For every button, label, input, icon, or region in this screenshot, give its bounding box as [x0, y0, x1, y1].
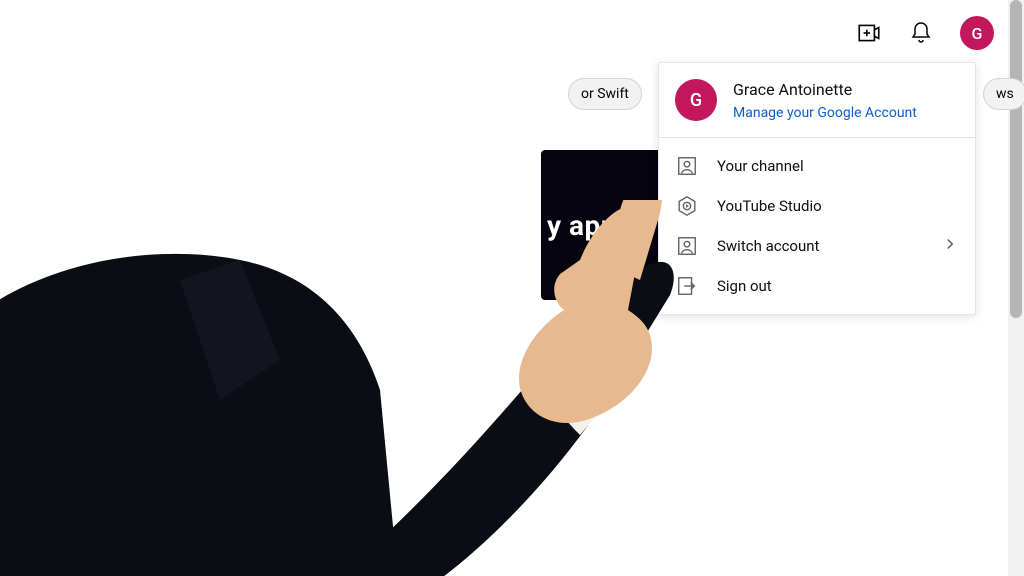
account-name: Grace Antoinette — [733, 79, 917, 101]
topbar: G — [856, 16, 994, 50]
menu-item-label: Switch account — [717, 237, 819, 255]
account-menu-list: Your channel YouTube Studio Switch a — [659, 138, 975, 306]
your-channel-icon — [675, 154, 699, 178]
account-avatar-button[interactable]: G — [960, 16, 994, 50]
manage-account-link[interactable]: Manage your Google Account — [733, 105, 917, 121]
your-channel-item[interactable]: Your channel — [659, 146, 975, 186]
avatar-initial: G — [972, 24, 983, 43]
create-icon[interactable] — [856, 20, 882, 46]
youtube-studio-icon — [675, 194, 699, 218]
avatar-initial: G — [690, 90, 702, 111]
menu-item-label: Sign out — [717, 277, 772, 295]
youtube-studio-item[interactable]: YouTube Studio — [659, 186, 975, 226]
chip-label: ws — [996, 86, 1014, 102]
filter-chip[interactable]: ws — [983, 78, 1024, 110]
scrollbar-thumb[interactable] — [1010, 0, 1022, 318]
sign-out-item[interactable]: Sign out — [659, 266, 975, 306]
sign-out-icon — [675, 274, 699, 298]
menu-item-label: Your channel — [717, 157, 804, 175]
account-menu: G Grace Antoinette Manage your Google Ac… — [658, 62, 976, 315]
menu-item-label: YouTube Studio — [717, 197, 822, 215]
notifications-icon[interactable] — [908, 20, 934, 46]
chip-label: or Swift — [581, 86, 629, 102]
account-menu-header: G Grace Antoinette Manage your Google Ac… — [659, 63, 975, 138]
switch-account-icon — [675, 234, 699, 258]
account-info: Grace Antoinette Manage your Google Acco… — [733, 79, 917, 121]
chevron-right-icon — [941, 235, 959, 257]
filter-chip[interactable]: or Swift — [568, 78, 642, 110]
thumbnail-text: y app — [547, 209, 617, 242]
account-avatar-large: G — [675, 79, 717, 121]
switch-account-item[interactable]: Switch account — [659, 226, 975, 266]
